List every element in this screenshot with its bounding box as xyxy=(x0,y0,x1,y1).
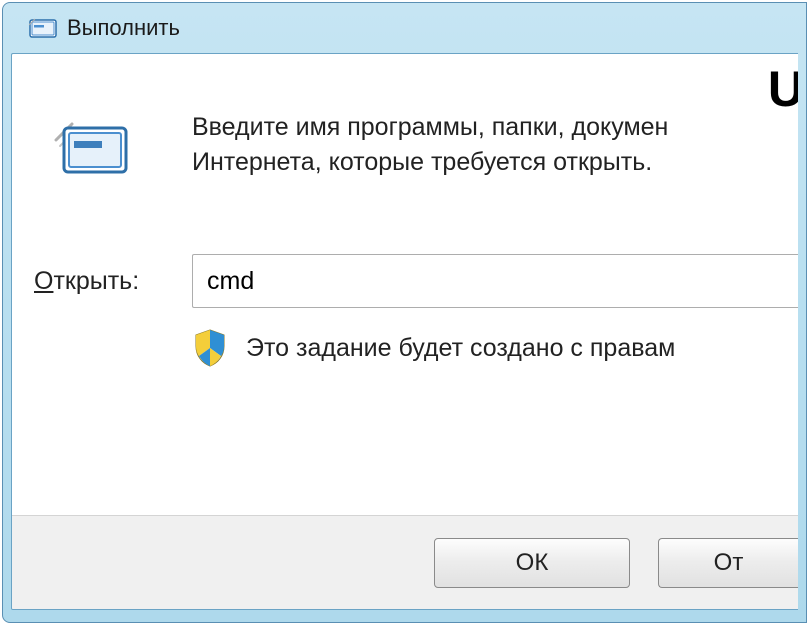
uac-shield-icon xyxy=(192,328,228,368)
window-frame: Выполнить U Введите имя программы, папки… xyxy=(2,2,807,623)
corner-text: U xyxy=(768,60,798,118)
admin-rights-text: Это задание будет создано с правам xyxy=(246,334,675,363)
titlebar: Выполнить xyxy=(11,11,798,53)
button-bar: ОК От xyxy=(12,515,798,609)
client-area: U Введите имя программы, папки, докумен … xyxy=(11,53,798,610)
open-label: Открыть: xyxy=(34,267,192,296)
run-icon xyxy=(29,17,57,39)
run-dialog-icon xyxy=(52,116,130,176)
description-text: Введите имя программы, папки, докумен Ин… xyxy=(192,110,778,180)
ok-button[interactable]: ОК xyxy=(434,538,630,588)
window-title: Выполнить xyxy=(67,15,180,41)
cancel-button[interactable]: От xyxy=(658,538,798,588)
command-input[interactable] xyxy=(192,254,798,308)
